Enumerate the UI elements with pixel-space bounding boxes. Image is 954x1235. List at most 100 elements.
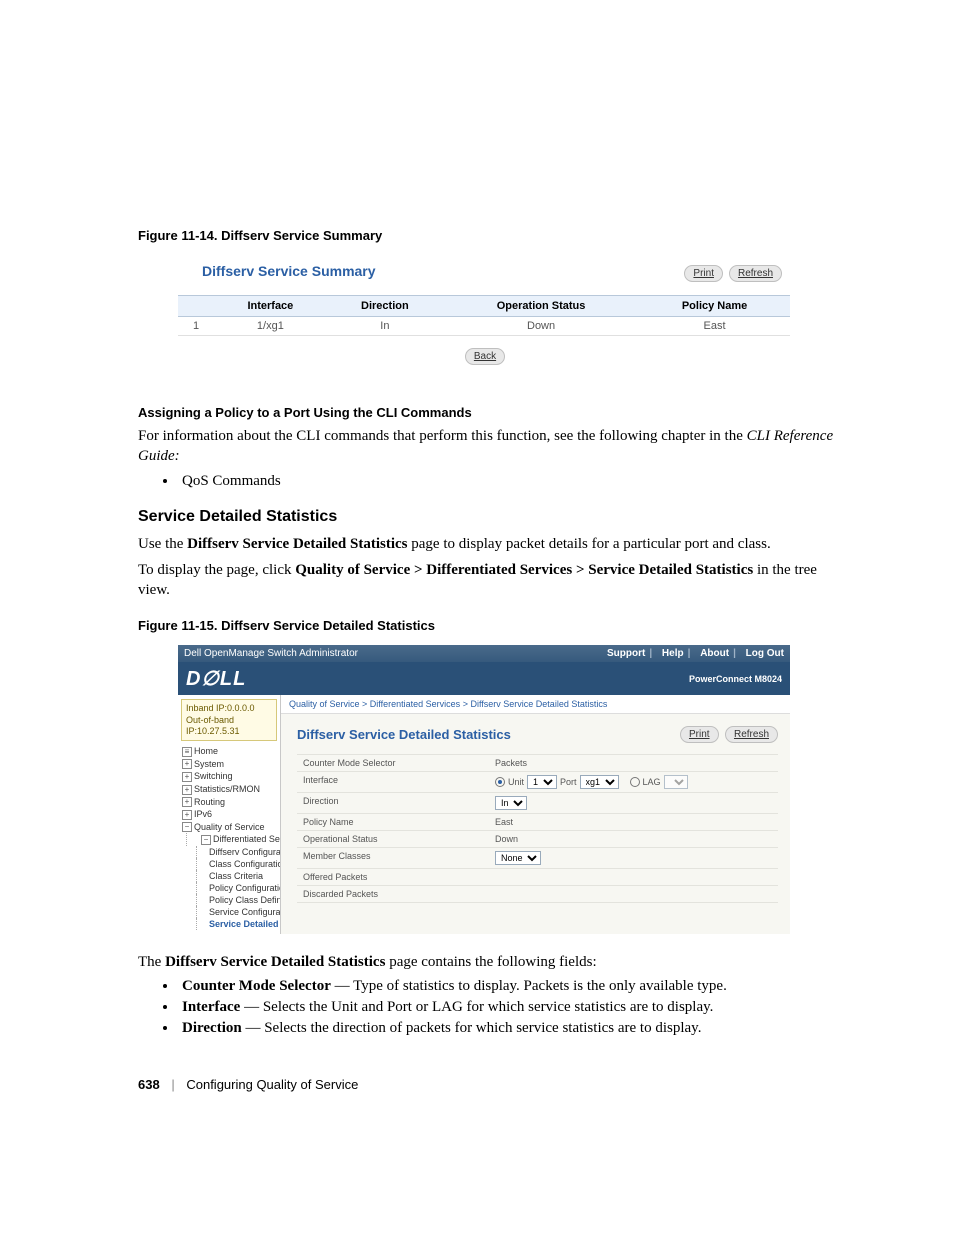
radio-lag[interactable] [630, 777, 640, 787]
label-interface: Interface [297, 772, 489, 792]
plus-icon: + [182, 810, 192, 820]
fig1-back-button[interactable]: Back [465, 348, 505, 365]
value-policy-name: East [489, 814, 778, 830]
model-label: PowerConnect M8024 [689, 674, 782, 684]
field-item: Counter Mode Selector — Type of statisti… [178, 978, 839, 995]
field-desc: — Selects the direction of packets for w… [242, 1020, 702, 1036]
cell-index: 1 [178, 317, 214, 336]
tree-item[interactable]: Class Criteria [196, 870, 280, 882]
link-help[interactable]: Help [662, 648, 684, 659]
cell-direction: In [327, 317, 443, 336]
fig1-print-button[interactable]: Print [684, 265, 723, 282]
stats-para2: To display the page, click Quality of Se… [138, 560, 839, 601]
lag-label: LAG [643, 777, 661, 787]
tree-routing[interactable]: +Routing [178, 796, 280, 809]
cli-bullet-1: QoS Commands [178, 473, 839, 490]
tree-qos[interactable]: −Quality of Service [178, 821, 280, 834]
col-operation-status: Operation Status [443, 296, 639, 317]
port-select[interactable]: xg1 [580, 775, 619, 789]
tree-system[interactable]: +System [178, 758, 280, 771]
outofband-ip: Out-of-band IP:10.27.5.31 [186, 715, 272, 738]
cell-policy: East [639, 317, 790, 336]
tree-diffserv[interactable]: −Differentiated Services [186, 833, 280, 846]
tree-item[interactable]: Policy Class Definition [196, 894, 280, 906]
unit-label: Unit [508, 777, 524, 787]
table-row: 1 1/xg1 In Down East [178, 317, 790, 336]
fi-a: The [138, 954, 165, 970]
label-op-status: Operational Status [297, 831, 489, 847]
link-about[interactable]: About [700, 648, 729, 659]
folder-icon: ≡ [182, 747, 192, 757]
stats-para1: Use the Diffserv Service Detailed Statis… [138, 534, 839, 554]
tree-stats[interactable]: +Statistics/RMON [178, 783, 280, 796]
tree-item[interactable]: Service Configuration [196, 906, 280, 918]
stats-p1a: Use the [138, 536, 187, 552]
value-counter-mode: Packets [489, 755, 778, 771]
crumb-a[interactable]: Quality of Service [289, 699, 360, 709]
direction-select[interactable]: In [495, 796, 527, 810]
field-item: Interface — Selects the Unit and Port or… [178, 999, 839, 1016]
col-interface: Interface [214, 296, 327, 317]
tree-switching[interactable]: +Switching [178, 770, 280, 783]
plus-icon: + [182, 785, 192, 795]
lag-select[interactable] [664, 775, 688, 789]
unit-select[interactable]: 1 [527, 775, 557, 789]
dell-logo-icon: D∅LL [186, 666, 246, 691]
page-number: 638 [138, 1077, 160, 1092]
fig1-title: Diffserv Service Summary [178, 255, 376, 295]
stats-p1c: page to display packet details for a par… [408, 536, 771, 552]
link-support[interactable]: Support [607, 648, 645, 659]
radio-unit[interactable] [495, 777, 505, 787]
stats-heading: Service Detailed Statistics [138, 508, 839, 526]
label-counter-mode: Counter Mode Selector [297, 755, 489, 771]
cli-heading: Assigning a Policy to a Port Using the C… [138, 405, 839, 420]
member-select[interactable]: None [495, 851, 541, 865]
figure1-screenshot: Diffserv Service Summary Print Refresh I… [178, 255, 790, 375]
main-panel: Quality of Service > Differentiated Serv… [281, 695, 790, 934]
plus-icon: + [182, 797, 192, 807]
link-logout[interactable]: Log Out [746, 648, 784, 659]
field-name: Counter Mode Selector [182, 978, 331, 994]
minus-icon: − [182, 822, 192, 832]
brand-bar: D∅LL PowerConnect M8024 [178, 662, 790, 695]
tree-item-active[interactable]: Service Detailed Stati [196, 918, 280, 930]
cli-para-a: For information about the CLI commands t… [138, 428, 747, 444]
details-table: Counter Mode Selector Packets Interface … [297, 754, 778, 903]
field-name: Direction [182, 1020, 242, 1036]
label-direction: Direction [297, 793, 489, 813]
crumb-b[interactable]: Differentiated Services [370, 699, 460, 709]
figure1-caption: Figure 11-14. Diffserv Service Summary [138, 228, 839, 243]
label-member-classes: Member Classes [297, 848, 489, 868]
tree-item[interactable]: Class Configuration [196, 858, 280, 870]
label-discarded: Discarded Packets [297, 886, 489, 902]
stats-p1b: Diffserv Service Detailed Statistics [187, 536, 407, 552]
cli-bullets: QoS Commands [138, 473, 839, 490]
cell-interface: 1/xg1 [214, 317, 327, 336]
label-offered: Offered Packets [297, 869, 489, 885]
figure2-caption: Figure 11-15. Diffserv Service Detailed … [138, 618, 839, 633]
tree-ipv6[interactable]: +IPv6 [178, 808, 280, 821]
breadcrumb: Quality of Service > Differentiated Serv… [281, 695, 790, 714]
tree-item[interactable]: Policy Configuration [196, 882, 280, 894]
chapter-title: Configuring Quality of Service [186, 1077, 358, 1092]
app-topbar: Dell OpenManage Switch Administrator Sup… [178, 645, 790, 662]
tree-item[interactable]: Diffserv Configuration [196, 846, 280, 858]
fig1-refresh-button[interactable]: Refresh [729, 265, 782, 282]
app-title: Dell OpenManage Switch Administrator [184, 648, 358, 659]
field-desc: — Selects the Unit and Port or LAG for w… [240, 999, 713, 1015]
crumb-c: Diffserv Service Detailed Statistics [470, 699, 607, 709]
port-label: Port [560, 777, 577, 787]
field-item: Direction — Selects the direction of pac… [178, 1020, 839, 1037]
field-name: Interface [182, 999, 240, 1015]
main-refresh-button[interactable]: Refresh [725, 726, 778, 743]
stats-p2b: Quality of Service > Differentiated Serv… [295, 562, 753, 578]
inband-ip: Inband IP:0.0.0.0 [186, 703, 272, 714]
tree-home[interactable]: ≡Home [178, 745, 280, 758]
footer-divider-icon: | [171, 1077, 174, 1092]
cli-paragraph: For information about the CLI commands t… [138, 426, 839, 467]
main-print-button[interactable]: Print [680, 726, 719, 743]
nav-sidebar: Inband IP:0.0.0.0 Out-of-band IP:10.27.5… [178, 695, 281, 934]
ip-info-box: Inband IP:0.0.0.0 Out-of-band IP:10.27.5… [181, 699, 277, 741]
fi-c: page contains the following fields: [385, 954, 596, 970]
value-op-status: Down [489, 831, 778, 847]
